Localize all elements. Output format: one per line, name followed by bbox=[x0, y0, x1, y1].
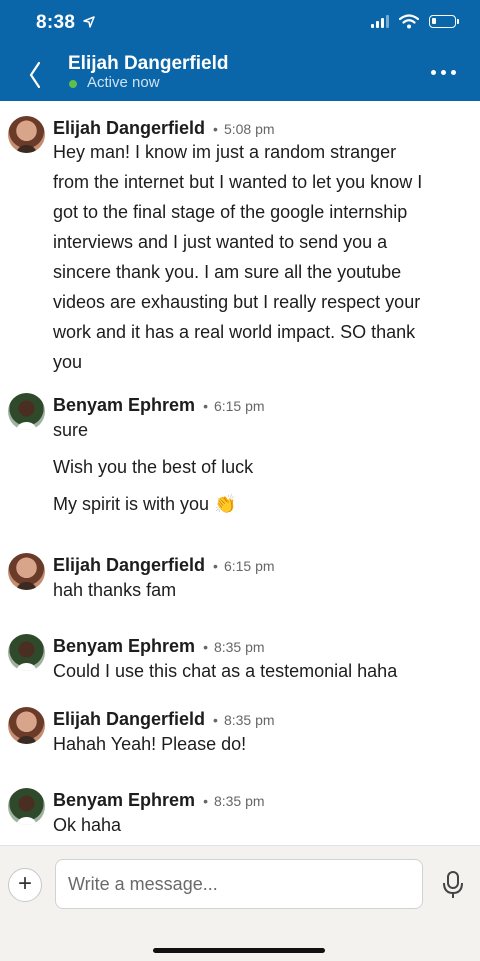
sender-line: Elijah Dangerfield • 6:15 pm bbox=[53, 555, 275, 575]
time-text: 8:38 bbox=[36, 12, 76, 33]
location-arrow-icon bbox=[83, 16, 95, 28]
message-text: hah thanks fam bbox=[53, 580, 177, 600]
back-chevron-icon[interactable] bbox=[24, 58, 46, 92]
sender-line: Elijah Dangerfield • 5:08 pm bbox=[53, 118, 275, 138]
message-text: sincere thank you. I am sure all the you… bbox=[53, 262, 402, 282]
avatar[interactable] bbox=[8, 553, 45, 590]
battery-icon bbox=[429, 15, 459, 28]
message-time: 8:35 pm bbox=[213, 639, 265, 655]
message-text: you bbox=[53, 352, 83, 372]
message-composer: + bbox=[0, 845, 480, 961]
message-text: sure bbox=[53, 420, 89, 440]
message-time: 8:35 pm bbox=[213, 793, 265, 809]
message-text: Ok haha bbox=[53, 815, 122, 835]
sender-name[interactable]: Elijah Dangerfield bbox=[53, 118, 205, 138]
active-status-dot bbox=[69, 80, 77, 88]
avatar[interactable] bbox=[8, 116, 45, 153]
wifi-icon bbox=[399, 14, 419, 29]
message-text: work and it has a real world impact. SO … bbox=[53, 322, 416, 342]
message-text: Hey man! I know im just a random strange… bbox=[53, 142, 397, 162]
home-indicator bbox=[153, 948, 325, 953]
message-time: 6:15 pm bbox=[213, 398, 265, 414]
message-text: got to the final stage of the google int… bbox=[53, 202, 408, 222]
sender-line: Elijah Dangerfield • 8:35 pm bbox=[53, 709, 275, 729]
message-input[interactable] bbox=[55, 859, 423, 909]
sender-line: Benyam Ephrem • 8:35 pm bbox=[53, 790, 265, 810]
avatar[interactable] bbox=[8, 634, 45, 671]
sender-name[interactable]: Benyam Ephrem bbox=[53, 790, 195, 810]
microphone-icon[interactable] bbox=[441, 870, 465, 900]
signal-icon bbox=[371, 15, 389, 28]
sender-line: Benyam Ephrem • 8:35 pm bbox=[53, 636, 265, 656]
status-bar-time: 8:38 bbox=[36, 12, 95, 34]
avatar[interactable] bbox=[8, 393, 45, 430]
message-time: 5:08 pm bbox=[223, 121, 275, 137]
sender-line: Benyam Ephrem • 6:15 pm bbox=[53, 395, 265, 415]
contact-name[interactable]: Elijah Dangerfield bbox=[68, 53, 228, 75]
message-time: 6:15 pm bbox=[223, 558, 275, 574]
message-time: 8:35 pm bbox=[223, 712, 275, 728]
sender-name[interactable]: Elijah Dangerfield bbox=[53, 709, 205, 729]
avatar[interactable] bbox=[8, 707, 45, 744]
active-status-text: Active now bbox=[87, 74, 160, 91]
message-text: Could I use this chat as a testemonial h… bbox=[53, 661, 398, 681]
status-icons bbox=[371, 14, 459, 29]
sender-name[interactable]: Elijah Dangerfield bbox=[53, 555, 205, 575]
more-icon[interactable] bbox=[431, 70, 456, 75]
sender-name[interactable]: Benyam Ephrem bbox=[53, 395, 195, 415]
message-text: Wish you the best of luck bbox=[53, 457, 254, 477]
message-text: interviews and I just wanted to send you… bbox=[53, 232, 388, 252]
message-text: My spirit is with you 👏 bbox=[53, 494, 237, 514]
message-text: from the internet but I wanted to let yo… bbox=[53, 172, 423, 192]
message-text: videos are exhausting but I really respe… bbox=[53, 292, 421, 312]
sender-name[interactable]: Benyam Ephrem bbox=[53, 636, 195, 656]
message-list: Elijah Dangerfield • 5:08 pm Hey man! I kn… bbox=[0, 101, 480, 845]
chat-header: 8:38 Elijah Dangerfield Active now bbox=[0, 0, 480, 101]
plus-icon[interactable]: + bbox=[8, 868, 42, 902]
message-text: Hahah Yeah! Please do! bbox=[53, 734, 247, 754]
avatar[interactable] bbox=[8, 788, 45, 825]
